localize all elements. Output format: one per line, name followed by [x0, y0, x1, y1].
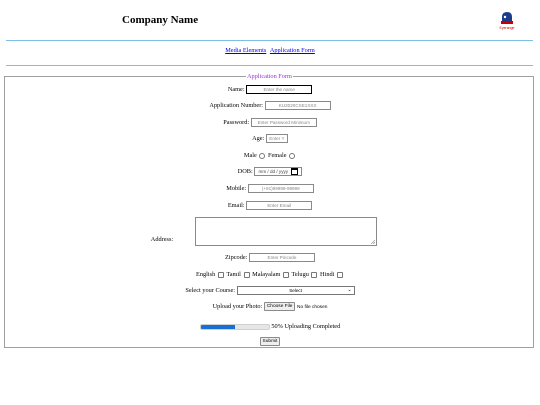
- chevron-down-icon: ⌄: [347, 287, 352, 294]
- mobile-row: Mobile: (+91)99999-99999: [5, 184, 535, 194]
- logo-icon[interactable]: Eyerange: [498, 10, 516, 32]
- password-row: Password: Enter Password Minimum: [5, 118, 535, 128]
- male-label: Male: [243, 152, 257, 159]
- dob-row: DOB: mm / dd / yyyy: [5, 167, 535, 177]
- password-label: Password:: [223, 119, 250, 126]
- dob-input[interactable]: mm / dd / yyyy: [254, 167, 303, 177]
- languages-row: English Tamil Malayalam Telugu Hindi: [5, 270, 535, 280]
- course-selected: Select: [289, 288, 303, 294]
- submit-row: Submit: [5, 337, 535, 347]
- app-number-row: Application Number: KU2020CSE1XXX: [5, 101, 535, 111]
- course-label: Select your Course:: [185, 287, 236, 294]
- zipcode-input[interactable]: Enter Pincode: [248, 253, 315, 263]
- nav-link-media-elements[interactable]: Media Elements: [225, 47, 266, 54]
- female-radio[interactable]: [289, 152, 296, 159]
- password-input[interactable]: Enter Password Minimum: [250, 118, 317, 128]
- lang-malayalam-checkbox[interactable]: [283, 271, 289, 278]
- top-divider: [6, 40, 533, 41]
- submit-button[interactable]: Submit: [259, 337, 281, 347]
- email-input[interactable]: Enter Email: [246, 201, 313, 211]
- address-textarea[interactable]: [195, 217, 377, 246]
- zipcode-row: Zipcode: Enter Pincode: [5, 253, 535, 263]
- app-number-label: Application Number:: [209, 102, 264, 109]
- dob-placeholder: mm / dd / yyyy: [258, 169, 289, 175]
- application-form: Application Form Name: Enter the name Ap…: [4, 73, 535, 348]
- logo-text: Eyerange: [499, 26, 515, 30]
- progress-row: 50% Uploading Completed: [5, 322, 535, 332]
- lang-tamil-checkbox[interactable]: [243, 271, 250, 278]
- company-name: Company Name: [122, 14, 199, 26]
- choose-file-button[interactable]: Choose File: [263, 302, 296, 312]
- female-label: Female: [267, 152, 287, 159]
- age-label: Age:: [252, 135, 265, 142]
- nav-bar: Media Elements Application Form: [0, 47, 540, 54]
- zipcode-label: Zipcode:: [225, 254, 248, 261]
- photo-row: Upload your Photo: Choose File No file c…: [5, 302, 535, 312]
- lang-telugu-label: Telugu: [291, 271, 309, 278]
- lang-english-checkbox[interactable]: [217, 271, 224, 278]
- upload-progress-bar: [199, 323, 270, 330]
- address-label: Address:: [150, 236, 174, 243]
- photo-label: Upload your Photo:: [212, 303, 263, 310]
- form-legend: Application Form: [246, 73, 293, 80]
- progress-fill: [200, 324, 235, 329]
- resize-handle-icon[interactable]: [371, 240, 375, 244]
- age-row: Age: Enter Y: [5, 134, 535, 144]
- course-row: Select your Course: Select ⌄: [5, 286, 535, 296]
- gender-row: Male Female: [5, 151, 535, 161]
- email-row: Email: Enter Email: [5, 201, 535, 211]
- app-number-input[interactable]: KU2020CSE1XXX: [264, 101, 331, 111]
- mobile-input[interactable]: (+91)99999-99999: [247, 184, 314, 194]
- dob-label: DOB:: [237, 168, 253, 175]
- bottom-divider: [6, 65, 533, 66]
- file-status: No file chosen: [297, 305, 328, 310]
- progress-text: 50% Uploading Completed: [271, 323, 341, 330]
- lang-telugu-checkbox[interactable]: [311, 271, 318, 278]
- mobile-label: Mobile:: [226, 185, 247, 192]
- lang-hindi-label: Hindi: [320, 271, 335, 278]
- lang-tamil-label: Tamil: [226, 271, 241, 278]
- email-label: Email:: [227, 202, 245, 209]
- lang-english-label: English: [196, 271, 216, 278]
- calendar-icon[interactable]: [291, 168, 299, 176]
- lang-hindi-checkbox[interactable]: [336, 271, 343, 278]
- header: Company Name Eyerange: [0, 0, 540, 40]
- nav-link-application-form[interactable]: Application Form: [270, 47, 315, 54]
- name-input[interactable]: Enter the name: [246, 85, 313, 95]
- name-label: Name:: [227, 86, 245, 93]
- age-input[interactable]: Enter Y: [265, 134, 288, 144]
- lang-malayalam-label: Malayalam: [252, 271, 281, 278]
- male-radio[interactable]: [259, 152, 266, 159]
- course-select[interactable]: Select ⌄: [236, 286, 355, 296]
- name-row: Name: Enter the name: [5, 85, 535, 95]
